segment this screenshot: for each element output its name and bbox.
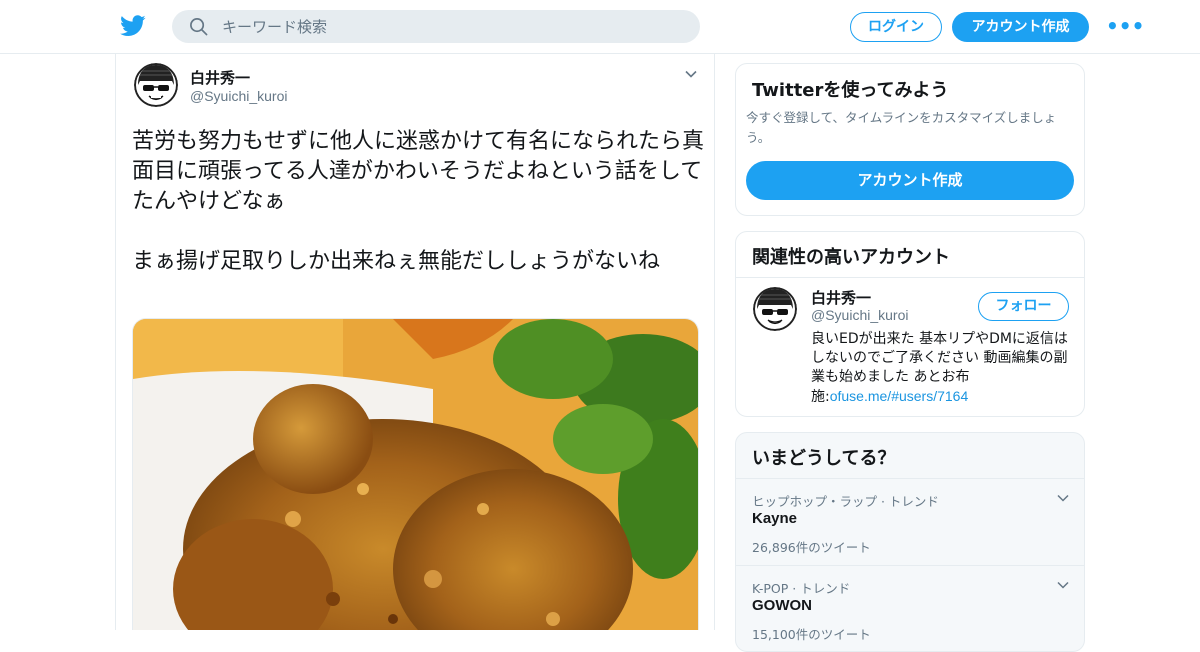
trends-card: いまどうしてる？ ヒップホップ・ラップ · トレンド Kayne 26,896件… (735, 432, 1085, 652)
tweet-author-name[interactable]: 白井秀一 (190, 67, 250, 88)
tweet-paragraph: 苦労も努力もせずに他人に迷惑かけて有名になられたら真面目に頑張ってる人達がかわい… (132, 129, 705, 214)
trend-item[interactable]: K-POP · トレンド GOWON 15,100件のツイート (736, 565, 1084, 651)
more-options-icon[interactable]: ••• (1106, 16, 1144, 36)
related-card-title: 関連性の高いアカウント (752, 247, 950, 268)
follow-button[interactable]: フォロー (978, 292, 1069, 321)
top-navigation-bar: ログイン アカウント作成 ••• (0, 0, 1200, 54)
signup-card-description: 今すぐ登録して、タイムラインをカスタマイズしましょう。 (746, 110, 1057, 145)
avatar[interactable] (134, 63, 178, 107)
signup-prompt-card: Twitterを使ってみよう 今すぐ登録して、タイムラインをカスタマイズしましょ… (735, 63, 1085, 216)
signup-card-title: Twitterを使ってみよう (752, 80, 949, 101)
tweet-media-image[interactable] (132, 318, 699, 630)
search-input[interactable] (222, 10, 682, 43)
fried-chicken-photo-icon (133, 319, 698, 630)
related-account-bio: 良いEDが出来た 基本リプやDMに返信はしないのでご了承ください 動画編集の副業… (811, 330, 1073, 407)
tweet-author-handle[interactable]: @Syuichi_kuroi (190, 88, 287, 104)
trend-name[interactable]: GOWON (752, 597, 812, 614)
search-icon (190, 18, 208, 36)
trend-name[interactable]: Kayne (752, 510, 797, 527)
trends-card-title: いまどうしてる？ (752, 448, 896, 469)
bio-link[interactable]: ofuse.me/#users/7164 (830, 388, 969, 404)
tweet-column: 白井秀一 @Syuichi_kuroi 苦労も努力もせずに他人に迷惑かけて有名に… (115, 54, 715, 630)
avatar[interactable] (753, 287, 797, 331)
avatar-sunglasses-icon (134, 63, 178, 107)
tweet-text: 苦労も努力もせずに他人に迷惑かけて有名になられたら真面目に頑張ってる人達がかわい… (132, 127, 704, 307)
related-account-handle[interactable]: @Syuichi_kuroi (811, 307, 908, 323)
trend-item[interactable]: ヒップホップ・ラップ · トレンド Kayne 26,896件のツイート (736, 478, 1084, 565)
avatar-sunglasses-icon (753, 287, 797, 331)
create-account-button[interactable]: アカウント作成 (746, 161, 1074, 200)
chevron-down-icon[interactable] (1056, 491, 1070, 505)
related-accounts-card: 関連性の高いアカウント 白井秀一 @Syuichi_kuroi フォロー 良いE… (735, 231, 1085, 417)
trend-category: ヒップホップ・ラップ · トレンド (752, 494, 939, 509)
signup-button[interactable]: アカウント作成 (952, 12, 1089, 42)
login-button[interactable]: ログイン (850, 12, 942, 42)
divider (736, 277, 1084, 278)
search-bar[interactable] (172, 10, 700, 43)
related-account-name[interactable]: 白井秀一 (811, 287, 871, 308)
trend-tweet-count: 15,100件のツイート (752, 627, 871, 642)
twitter-bird-icon[interactable] (120, 14, 146, 38)
chevron-down-icon[interactable] (1056, 578, 1070, 592)
trend-category: K-POP · トレンド (752, 581, 851, 596)
chevron-down-icon[interactable] (683, 66, 699, 82)
trend-tweet-count: 26,896件のツイート (752, 540, 871, 555)
tweet-paragraph: まぁ揚げ足取りしか出来ねぇ無能だししょうがないね (132, 249, 661, 274)
